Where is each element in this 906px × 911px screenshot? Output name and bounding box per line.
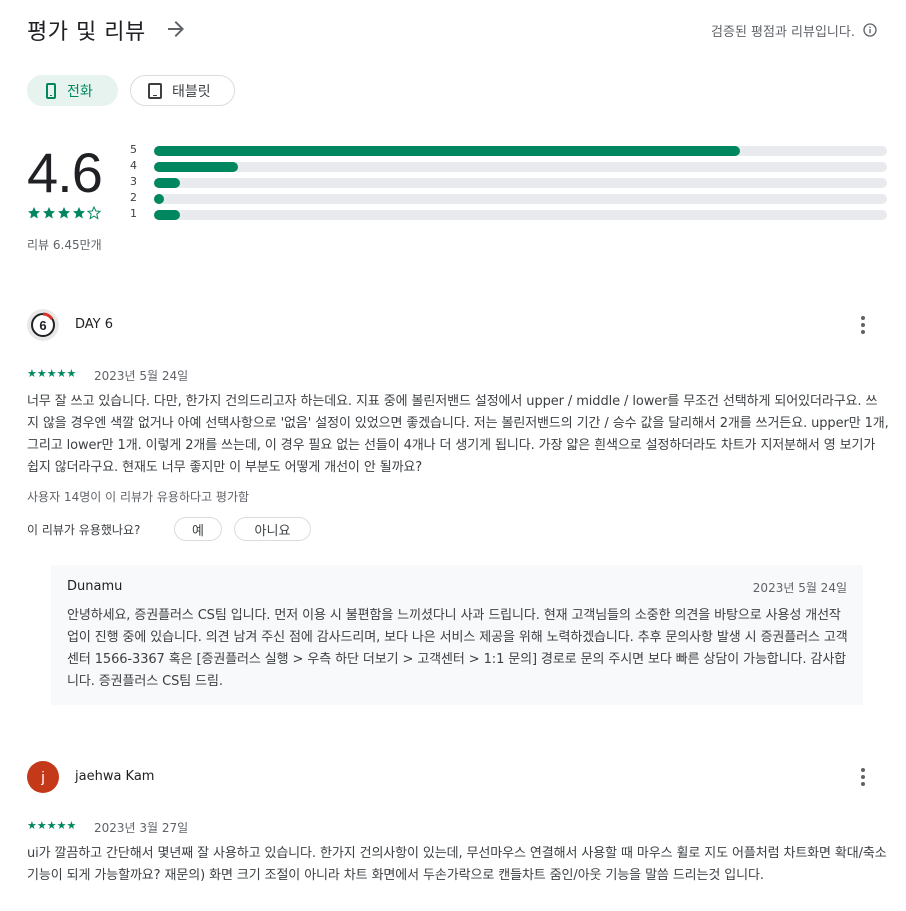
total-review-count: 리뷰 6.45만개 <box>27 238 102 252</box>
review-date: 2023년 5월 24일 <box>94 369 189 383</box>
average-rating: 4.6 <box>27 141 103 204</box>
svg-text:6: 6 <box>39 318 46 333</box>
rating-bar-2: 2 <box>130 191 887 205</box>
rating-bar-label: 3 <box>130 175 137 188</box>
arrow-right-icon[interactable] <box>164 17 188 41</box>
verified-notice: 검증된 평점과 리뷰입니다. <box>711 25 855 40</box>
avatar: j <box>27 761 59 793</box>
reviewer-name: DAY 6 <box>75 317 114 332</box>
helpful-no-button[interactable]: 아니요 <box>234 517 311 541</box>
developer-name: Dunamu <box>67 579 123 594</box>
rating-bar-track <box>154 162 887 172</box>
tab-phone-label: 전화 <box>67 83 93 100</box>
review-text: ui가 깔끔하고 간단해서 몇년째 잘 사용하고 있습니다. 한가지 건의사항이… <box>27 846 887 883</box>
rating-bar-fill <box>154 146 741 156</box>
tablet-icon <box>148 82 162 99</box>
rating-bar-label: 1 <box>130 207 137 220</box>
info-icon[interactable] <box>862 22 878 38</box>
rating-bar-label: 5 <box>130 143 137 156</box>
avatar: 6 <box>27 309 59 341</box>
rating-bar-fill <box>154 194 164 204</box>
rating-bar-4: 4 <box>130 159 887 173</box>
rating-bar-fill <box>154 210 180 220</box>
rating-bar-fill <box>154 162 239 172</box>
star-rating-icon <box>28 205 102 220</box>
review-stars: ★★★★★ <box>27 367 77 380</box>
tab-phone[interactable]: 전화 <box>27 75 118 106</box>
helpful-question: 이 리뷰가 유용했나요? <box>27 523 141 537</box>
review-stars: ★★★★★ <box>27 819 77 832</box>
reply-text: 안녕하세요, 증권플러스 CS팀 입니다. 먼저 이용 시 불편함을 느끼셨다니… <box>67 608 848 689</box>
tab-tablet-label: 태블릿 <box>172 83 211 100</box>
rating-bar-5: 5 <box>130 143 887 157</box>
phone-icon <box>46 82 56 99</box>
tab-tablet[interactable]: 태블릿 <box>130 75 235 106</box>
rating-bar-track <box>154 146 887 156</box>
rating-bar-fill <box>154 178 180 188</box>
review-date: 2023년 3월 27일 <box>94 821 189 835</box>
rating-stars <box>27 205 103 224</box>
helpful-count: 사용자 14명이 이 리뷰가 유용하다고 평가함 <box>27 490 250 504</box>
rating-bar-3: 3 <box>130 175 887 189</box>
more-vert-icon[interactable] <box>851 765 875 789</box>
reviewer-name: jaehwa Kam <box>75 769 155 784</box>
section-title: 평가 및 리뷰 <box>27 20 146 45</box>
helpful-yes-button[interactable]: 예 <box>174 517 222 541</box>
rating-bar-track <box>154 178 887 188</box>
more-vert-icon[interactable] <box>851 313 875 337</box>
rating-bar-1: 1 <box>130 207 887 221</box>
rating-bar-track <box>154 210 887 220</box>
developer-reply: Dunamu 2023년 5월 24일 안녕하세요, 증권플러스 CS팀 입니다… <box>51 565 863 705</box>
rating-bar-track <box>154 194 887 204</box>
avatar-letter: j <box>41 768 45 786</box>
rating-bar-label: 2 <box>130 191 137 204</box>
review-text: 너무 잘 쓰고 있습니다. 다만, 한가지 건의드리고자 하는데요. 지표 중에… <box>27 394 889 475</box>
day6-logo-icon: 6 <box>27 309 59 341</box>
rating-bar-label: 4 <box>130 159 137 172</box>
reply-date: 2023년 5월 24일 <box>752 581 847 595</box>
